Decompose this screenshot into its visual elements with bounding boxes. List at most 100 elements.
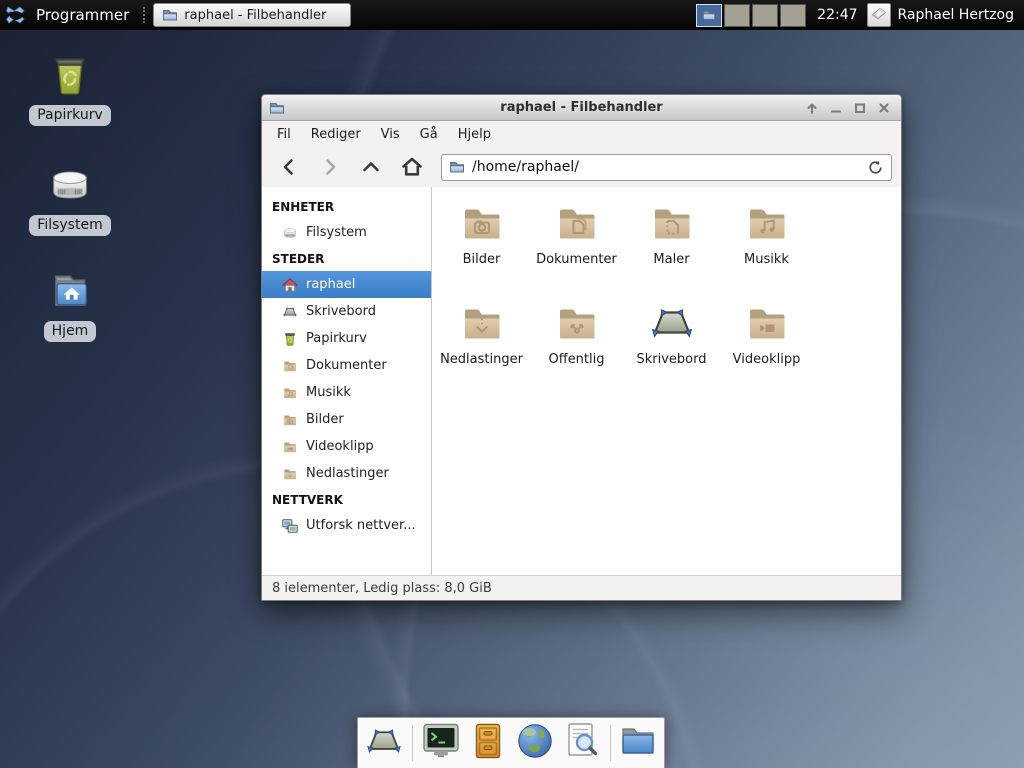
maximize-button[interactable] (852, 100, 868, 116)
sidebar-item-videoklipp[interactable]: Videoklipp (262, 433, 431, 460)
file-item-offentlig[interactable]: Offentlig (531, 299, 623, 399)
dock-separator (610, 725, 611, 761)
sidebar-header-nettverk: NETTVERK (262, 487, 431, 512)
sidebar-item-label: Skrivebord (306, 304, 376, 319)
home-folder-icon (47, 268, 93, 314)
trash-icon (47, 52, 93, 98)
sidebar-item-label: Papirkurv (306, 331, 367, 346)
taskbar-window-button[interactable]: raphael - Filbehandler (153, 3, 351, 27)
workspace-1[interactable] (696, 4, 722, 27)
home-button[interactable] (394, 152, 430, 182)
sidebar-item-papirkurv[interactable]: Papirkurv (262, 325, 431, 352)
minimize-button[interactable] (828, 100, 844, 116)
sidebar-item-nedlastinger[interactable]: Nedlastinger (262, 460, 431, 487)
sidebar-item-raphael[interactable]: raphael (262, 271, 431, 298)
file-item-label: Musikk (744, 252, 789, 267)
window-folder-icon (269, 100, 285, 116)
desktop-icon (364, 721, 404, 765)
desktop-icon-label: Filsystem (29, 215, 110, 236)
show-desktop-button[interactable] (364, 722, 404, 764)
menu-vis[interactable]: Vis (371, 124, 410, 145)
desktop-icon-hjem[interactable]: Hjem (24, 268, 116, 342)
sidebar-item-label: Musikk (306, 385, 351, 400)
window-folder-icon (449, 159, 465, 175)
sidebar-item-musikk[interactable]: Musikk (262, 379, 431, 406)
folder-document-icon (282, 358, 298, 374)
globe-icon (515, 721, 555, 765)
window-titlebar[interactable]: raphael - Filbehandler (262, 95, 901, 121)
folder-video-icon (282, 439, 298, 455)
file-item-label: Offentlig (549, 352, 605, 367)
sidebar-item-label: Videoklipp (306, 439, 374, 454)
desktop-icon-filsystem[interactable]: Filsystem (24, 162, 116, 236)
file-item-musikk[interactable]: Musikk (721, 199, 813, 299)
folder-music-icon (282, 385, 298, 401)
workspace-3[interactable] (752, 4, 778, 27)
sidebar-item-label: Filsystem (306, 225, 367, 240)
terminal-icon (421, 721, 461, 765)
menu-g[interactable]: Gå (410, 124, 448, 145)
statusbar: 8 ielementer, Ledig plass: 8,0 GiB (262, 575, 901, 600)
desktop-icon-label: Hjem (44, 321, 97, 342)
file-manager-button[interactable] (618, 722, 658, 764)
sidebar-item-filsystem[interactable]: Filsystem (262, 219, 431, 246)
drive-icon (47, 162, 93, 208)
file-item-nedlastinger[interactable]: Nedlastinger (436, 299, 528, 399)
sidebar-item-utforsk-nettver[interactable]: Utforsk nettver... (262, 512, 431, 539)
sidebar-header-enheter: ENHETER (262, 194, 431, 219)
icon-view[interactable]: Bilder Dokumenter Maler Musikk Nedlastinger O… (432, 187, 901, 575)
forward-button[interactable] (312, 152, 348, 182)
workspace-2[interactable] (724, 4, 750, 27)
dock-separator (412, 725, 413, 761)
file-item-label: Nedlastinger (440, 352, 523, 367)
workspace-switcher (696, 4, 806, 27)
sidebar-item-label: Utforsk nettver... (306, 518, 416, 533)
sidebar-item-skrivebord[interactable]: Skrivebord (262, 298, 431, 325)
menubar: FilRedigerVisGåHjelp (262, 121, 901, 147)
folder-share-icon (553, 299, 601, 347)
app-search-button[interactable] (562, 722, 602, 764)
status-text: 8 ielementer, Ledig plass: 8,0 GiB (272, 581, 492, 596)
folder-template-icon (648, 199, 696, 247)
file-item-bilder[interactable]: Bilder (436, 199, 528, 299)
web-browser-button[interactable] (515, 722, 555, 764)
menu-fil[interactable]: Fil (267, 124, 301, 145)
file-item-label: Bilder (463, 252, 501, 267)
sidebar: ENHETER Filsystem STEDER raphael Skrivebord P… (262, 187, 432, 575)
desktop-icon-label: Papirkurv (29, 105, 111, 126)
sidebar-item-label: Bilder (306, 412, 344, 427)
sidebar-item-dokumenter[interactable]: Dokumenter (262, 352, 431, 379)
location-bar[interactable] (441, 154, 892, 181)
file-item-videoklipp[interactable]: Videoklipp (721, 299, 813, 399)
close-button[interactable] (876, 100, 892, 116)
folder-camera-icon (458, 199, 506, 247)
desktop-icon-papirkurv[interactable]: Papirkurv (24, 52, 116, 126)
menu-rediger[interactable]: Rediger (301, 124, 371, 145)
sidebar-header-steder: STEDER (262, 246, 431, 271)
file-item-label: Maler (653, 252, 689, 267)
workspace-4[interactable] (780, 4, 806, 27)
folder-download-icon (282, 466, 298, 482)
file-item-dokumenter[interactable]: Dokumenter (531, 199, 623, 299)
sidebar-item-label: Dokumenter (306, 358, 387, 373)
sidebar-item-label: raphael (306, 277, 355, 292)
shade-button[interactable] (804, 100, 820, 116)
user-action-button[interactable] (867, 3, 891, 27)
sidebar-item-bilder[interactable]: Bilder (262, 406, 431, 433)
applications-menu[interactable]: Programmer (0, 0, 133, 30)
file-manager-window: raphael - Filbehandler FilRedigerVisGåHj… (261, 94, 902, 601)
xfce-logo-icon (5, 3, 29, 27)
up-button[interactable] (353, 152, 389, 182)
terminal-button[interactable] (421, 722, 461, 764)
file-cabinet-button[interactable] (468, 722, 508, 764)
reload-icon[interactable] (867, 159, 884, 176)
folder-download-icon (458, 299, 506, 347)
menu-hjelp[interactable]: Hjelp (448, 124, 501, 145)
window-content: ENHETER Filsystem STEDER raphael Skrivebord P… (262, 187, 901, 575)
location-input[interactable] (472, 159, 860, 175)
home-icon (282, 277, 298, 293)
back-button[interactable] (271, 152, 307, 182)
file-item-maler[interactable]: Maler (626, 199, 718, 299)
file-item-skrivebord[interactable]: Skrivebord (626, 299, 718, 399)
desktop-icon (648, 299, 696, 347)
